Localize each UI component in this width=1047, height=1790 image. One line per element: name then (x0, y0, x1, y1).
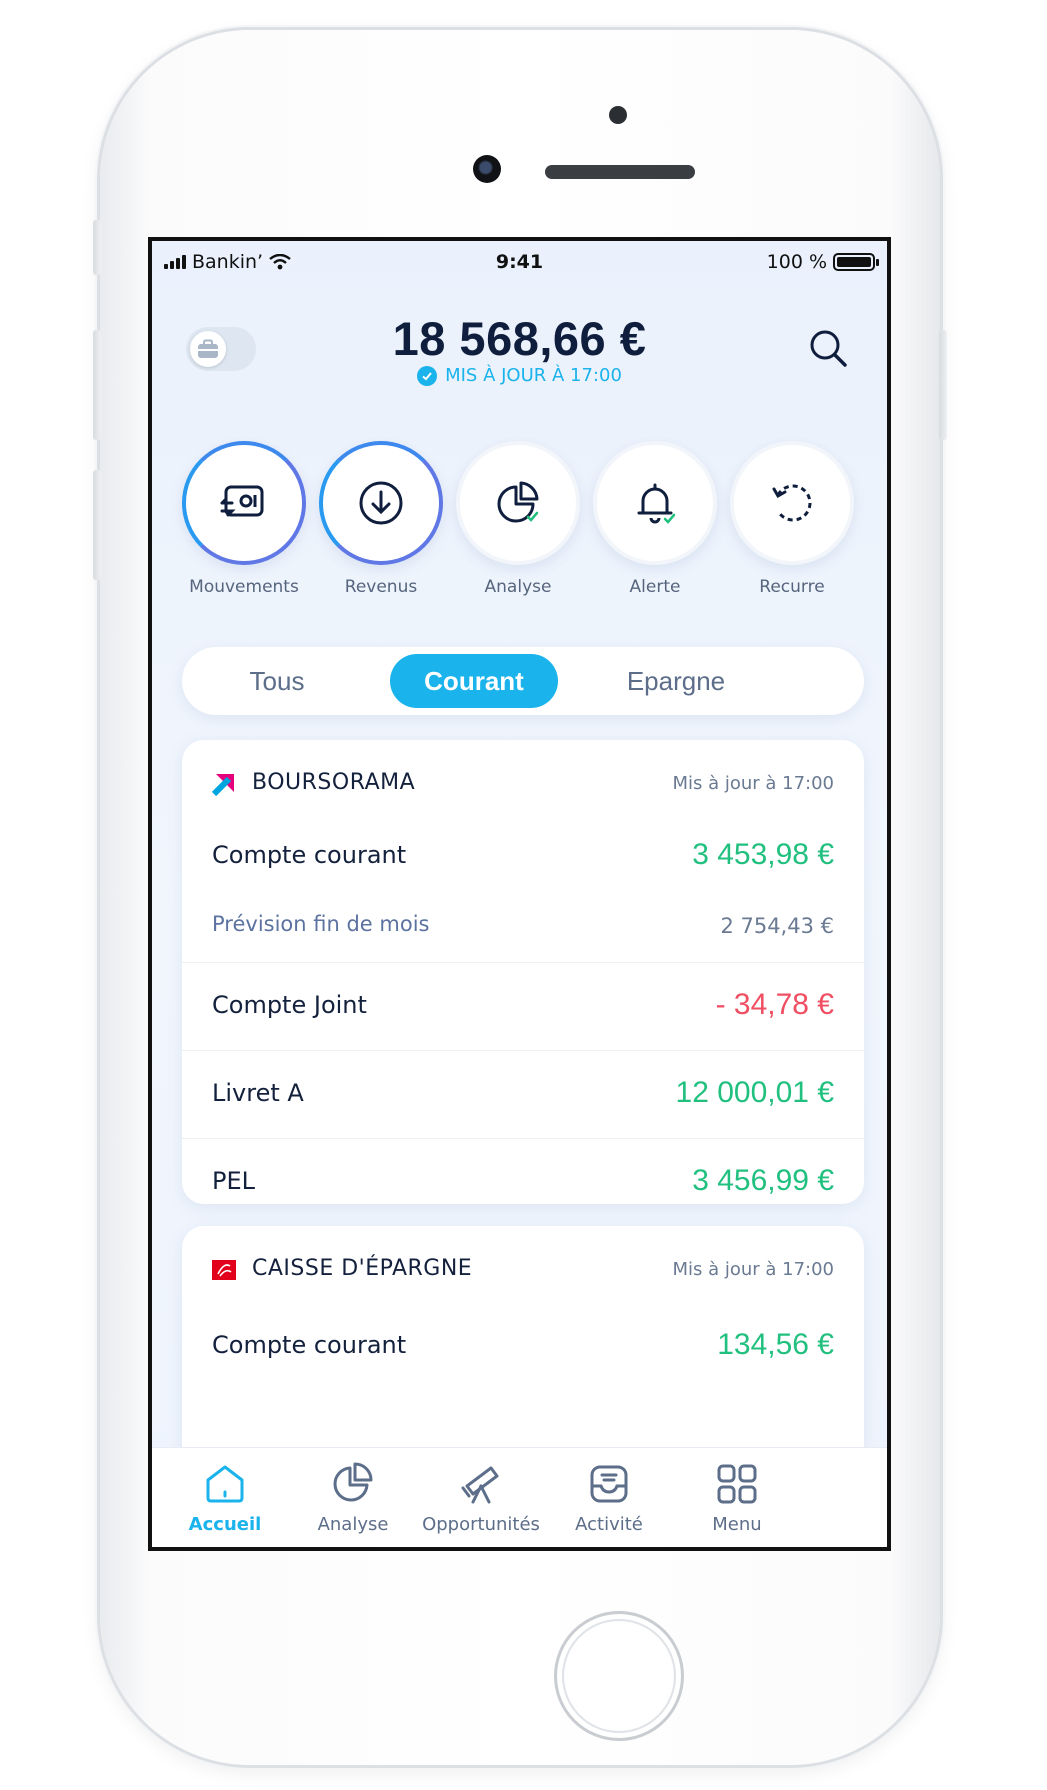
app-screen: Bankin’ 9:41 100 % 18 568,66 € MIS À JOU… (148, 237, 891, 1551)
volume-up-button (93, 330, 101, 440)
power-button (939, 330, 947, 440)
search-button[interactable] (805, 325, 853, 373)
action-analyse[interactable]: Analyse (456, 441, 580, 597)
action-recurrent[interactable]: Recurre (730, 441, 854, 597)
caisse-epargne-logo-icon (212, 1260, 236, 1280)
action-label: Mouvements (189, 577, 299, 597)
segment-tous[interactable]: Tous (192, 654, 362, 708)
tab-label: Menu (712, 1514, 762, 1535)
sync-status: MIS À JOUR À 17:00 (152, 365, 887, 386)
action-mouvements[interactable]: Mouvements (182, 441, 306, 597)
tab-analyse[interactable]: Analyse (280, 1460, 426, 1535)
account-balance: 12 000,01 € (675, 1076, 834, 1109)
tab-label: Opportunités (422, 1514, 540, 1535)
bottom-tab-bar: Accueil Analyse Opportunités Activité Me… (152, 1447, 887, 1547)
segment-epargne[interactable]: Epargne (586, 654, 766, 708)
forecast-amount: 2 754,43 € (720, 914, 834, 938)
tab-activite[interactable]: Activité (536, 1460, 682, 1535)
volume-down-button (93, 470, 101, 580)
bank-updated: Mis à jour à 17:00 (672, 1259, 834, 1280)
tab-accueil[interactable]: Accueil (152, 1460, 298, 1535)
quick-actions: Mouvements Revenus Analyse Alerte Recurr… (182, 441, 887, 597)
tab-label: Analyse (317, 1514, 389, 1535)
account-balance: 3 453,98 € (692, 838, 834, 871)
account-row[interactable]: Compte Joint - 34,78 € (182, 962, 864, 1050)
boursorama-logo-icon (212, 772, 236, 796)
bank-header: BOURSORAMA Mis à jour à 17:00 (182, 740, 864, 822)
pie-chart-check-icon (497, 481, 539, 523)
forecast-label: Prévision fin de mois (212, 912, 430, 936)
account-name: Compte courant (212, 1331, 407, 1359)
bank-card-boursorama: BOURSORAMA Mis à jour à 17:00 Compte cou… (182, 740, 864, 1204)
recurring-icon (772, 484, 812, 522)
tab-label: Accueil (188, 1514, 262, 1535)
tab-menu[interactable]: Menu (664, 1460, 810, 1535)
account-name: Compte Joint (212, 991, 367, 1019)
segment-courant[interactable]: Courant (390, 654, 558, 708)
bell-check-icon (637, 483, 676, 524)
action-revenus[interactable]: Revenus (319, 441, 443, 597)
action-alerte[interactable]: Alerte (593, 441, 717, 597)
battery-icon (833, 253, 879, 271)
search-icon (810, 330, 847, 367)
home-button[interactable] (554, 1611, 684, 1741)
action-label: Alerte (629, 577, 681, 597)
account-row[interactable]: Livret A 12 000,01 € (182, 1050, 864, 1138)
tab-label: Activité (575, 1514, 643, 1535)
action-label: Analyse (484, 577, 552, 597)
transfer-card-icon (220, 485, 264, 517)
earpiece-speaker (545, 165, 695, 179)
bank-header: CAISSE D'ÉPARGNE Mis à jour à 17:00 (182, 1226, 864, 1308)
account-type-filter: Tous Courant Epargne (182, 647, 864, 715)
account-balance: 134,56 € (717, 1328, 834, 1361)
account-name: Compte courant (212, 841, 407, 869)
forecast-row: Prévision fin de mois 2 754,43 € (182, 892, 864, 950)
action-label: Revenus (344, 577, 418, 597)
account-name: Livret A (212, 1079, 304, 1107)
telescope-icon (461, 1466, 499, 1504)
bank-name: BOURSORAMA (252, 770, 416, 795)
account-name: PEL (212, 1167, 256, 1195)
inbox-icon (590, 1465, 628, 1503)
check-circle-icon (417, 365, 438, 386)
pie-chart-icon (333, 1462, 373, 1502)
total-balance: 18 568,66 € (392, 312, 647, 365)
account-balance: - 34,78 € (715, 988, 834, 1021)
proximity-sensor (609, 106, 627, 124)
action-label: Recurre (759, 577, 825, 597)
account-row[interactable]: Compte courant 3 453,98 € (182, 822, 864, 892)
bank-updated: Mis à jour à 17:00 (672, 773, 834, 794)
grid-icon (717, 1464, 757, 1504)
account-row[interactable]: PEL 3 456,99 € (182, 1138, 864, 1204)
front-camera (473, 155, 501, 183)
home-icon (206, 1465, 244, 1503)
sync-status-text: MIS À JOUR À 17:00 (445, 365, 622, 386)
status-bar: Bankin’ 9:41 100 % (152, 241, 887, 279)
bank-card-caisse-epargne: CAISSE D'ÉPARGNE Mis à jour à 17:00 Comp… (182, 1226, 864, 1466)
mute-switch (93, 220, 101, 275)
account-row[interactable]: Compte courant 134,56 € (182, 1312, 864, 1382)
bank-name: CAISSE D'ÉPARGNE (252, 1256, 473, 1281)
download-circle-icon (359, 481, 403, 525)
battery-percentage: 100 % (766, 251, 827, 273)
tab-opportunites[interactable]: Opportunités (408, 1460, 554, 1535)
account-balance: 3 456,99 € (692, 1164, 834, 1197)
